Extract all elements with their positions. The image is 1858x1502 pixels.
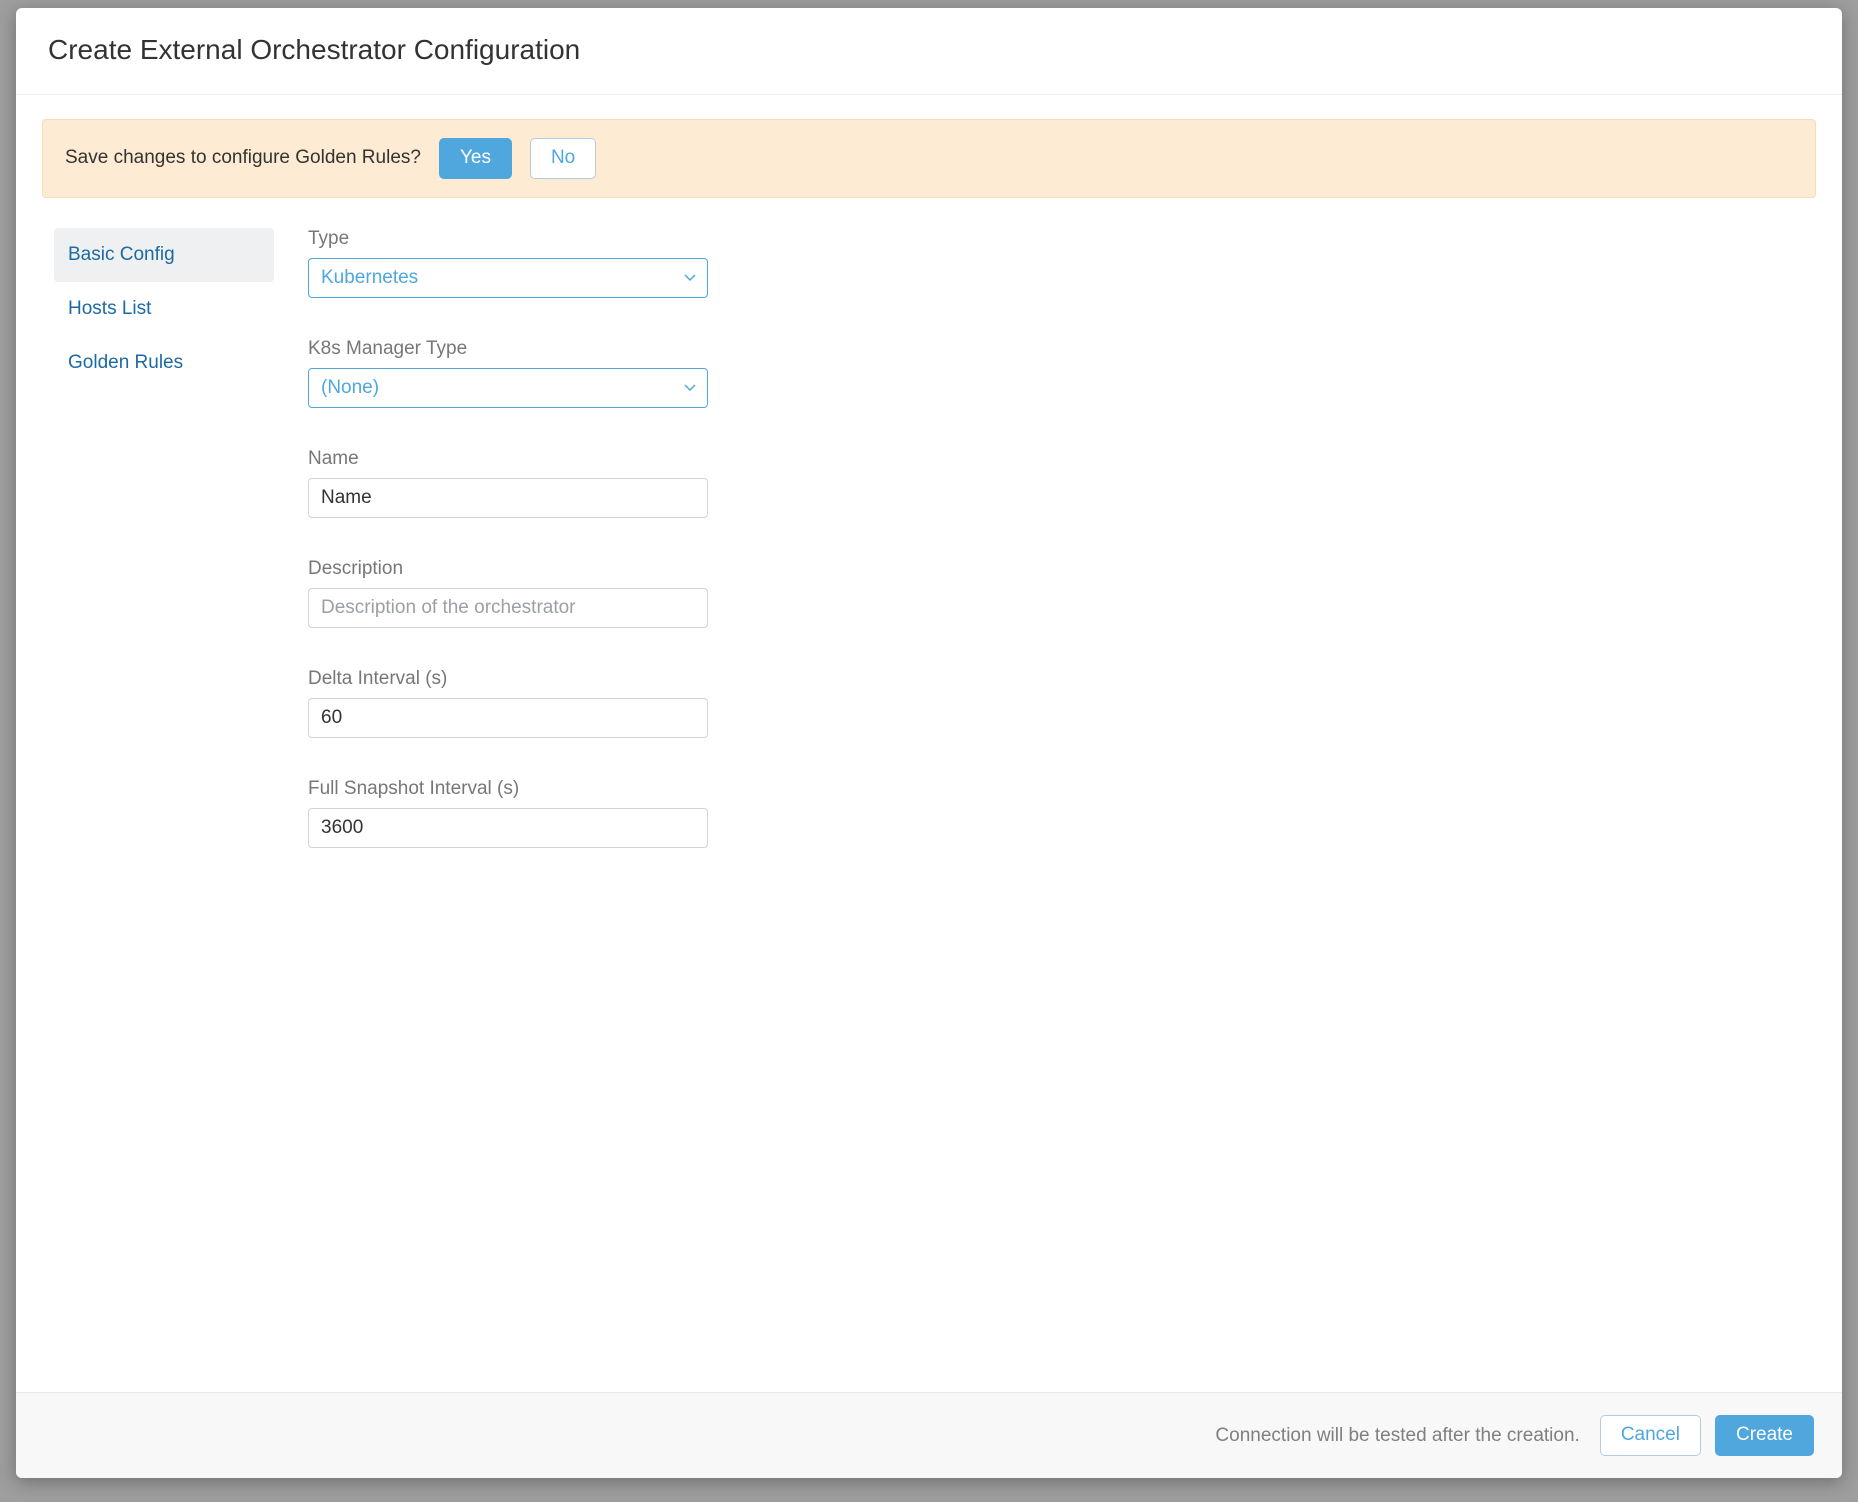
modal-header: Create External Orchestrator Configurati… <box>16 8 1842 95</box>
alert-yes-button[interactable]: Yes <box>439 138 512 179</box>
field-full-snapshot-interval: Full Snapshot Interval (s) <box>308 778 768 848</box>
field-name: Name <box>308 448 768 518</box>
form-area: Type Kubernetes K8s Manager Type (None) <box>308 228 768 888</box>
field-k8s-manager-type: K8s Manager Type (None) <box>308 338 768 408</box>
modal-dialog: Create External Orchestrator Configurati… <box>16 8 1842 1478</box>
input-description[interactable] <box>308 588 708 628</box>
label-k8s-manager-type: K8s Manager Type <box>308 338 768 360</box>
input-full-snapshot-interval[interactable] <box>308 808 708 848</box>
label-name: Name <box>308 448 768 470</box>
label-type: Type <box>308 228 768 250</box>
modal-title: Create External Orchestrator Configurati… <box>48 34 1810 66</box>
select-type[interactable]: Kubernetes <box>308 258 708 298</box>
golden-rules-alert: Save changes to configure Golden Rules? … <box>42 119 1816 198</box>
label-delta-interval: Delta Interval (s) <box>308 668 768 690</box>
alert-no-button[interactable]: No <box>530 138 596 179</box>
tab-golden-rules[interactable]: Golden Rules <box>54 336 274 390</box>
field-delta-interval: Delta Interval (s) <box>308 668 768 738</box>
create-button[interactable]: Create <box>1715 1415 1814 1456</box>
modal-body[interactable]: Save changes to configure Golden Rules? … <box>16 95 1842 1392</box>
field-description: Description <box>308 558 768 628</box>
label-description: Description <box>308 558 768 580</box>
cancel-button[interactable]: Cancel <box>1600 1415 1701 1456</box>
label-full-snapshot-interval: Full Snapshot Interval (s) <box>308 778 768 800</box>
alert-text: Save changes to configure Golden Rules? <box>65 147 421 169</box>
field-type: Type Kubernetes <box>308 228 768 298</box>
tab-hosts-list[interactable]: Hosts List <box>54 282 274 336</box>
select-k8s-manager-type[interactable]: (None) <box>308 368 708 408</box>
side-tabs: Basic Config Hosts List Golden Rules <box>54 228 274 888</box>
input-name[interactable] <box>308 478 708 518</box>
input-delta-interval[interactable] <box>308 698 708 738</box>
footer-note: Connection will be tested after the crea… <box>1215 1425 1579 1447</box>
config-content: Basic Config Hosts List Golden Rules Typ… <box>42 228 1816 888</box>
tab-basic-config[interactable]: Basic Config <box>54 228 274 282</box>
modal-footer: Connection will be tested after the crea… <box>16 1392 1842 1478</box>
